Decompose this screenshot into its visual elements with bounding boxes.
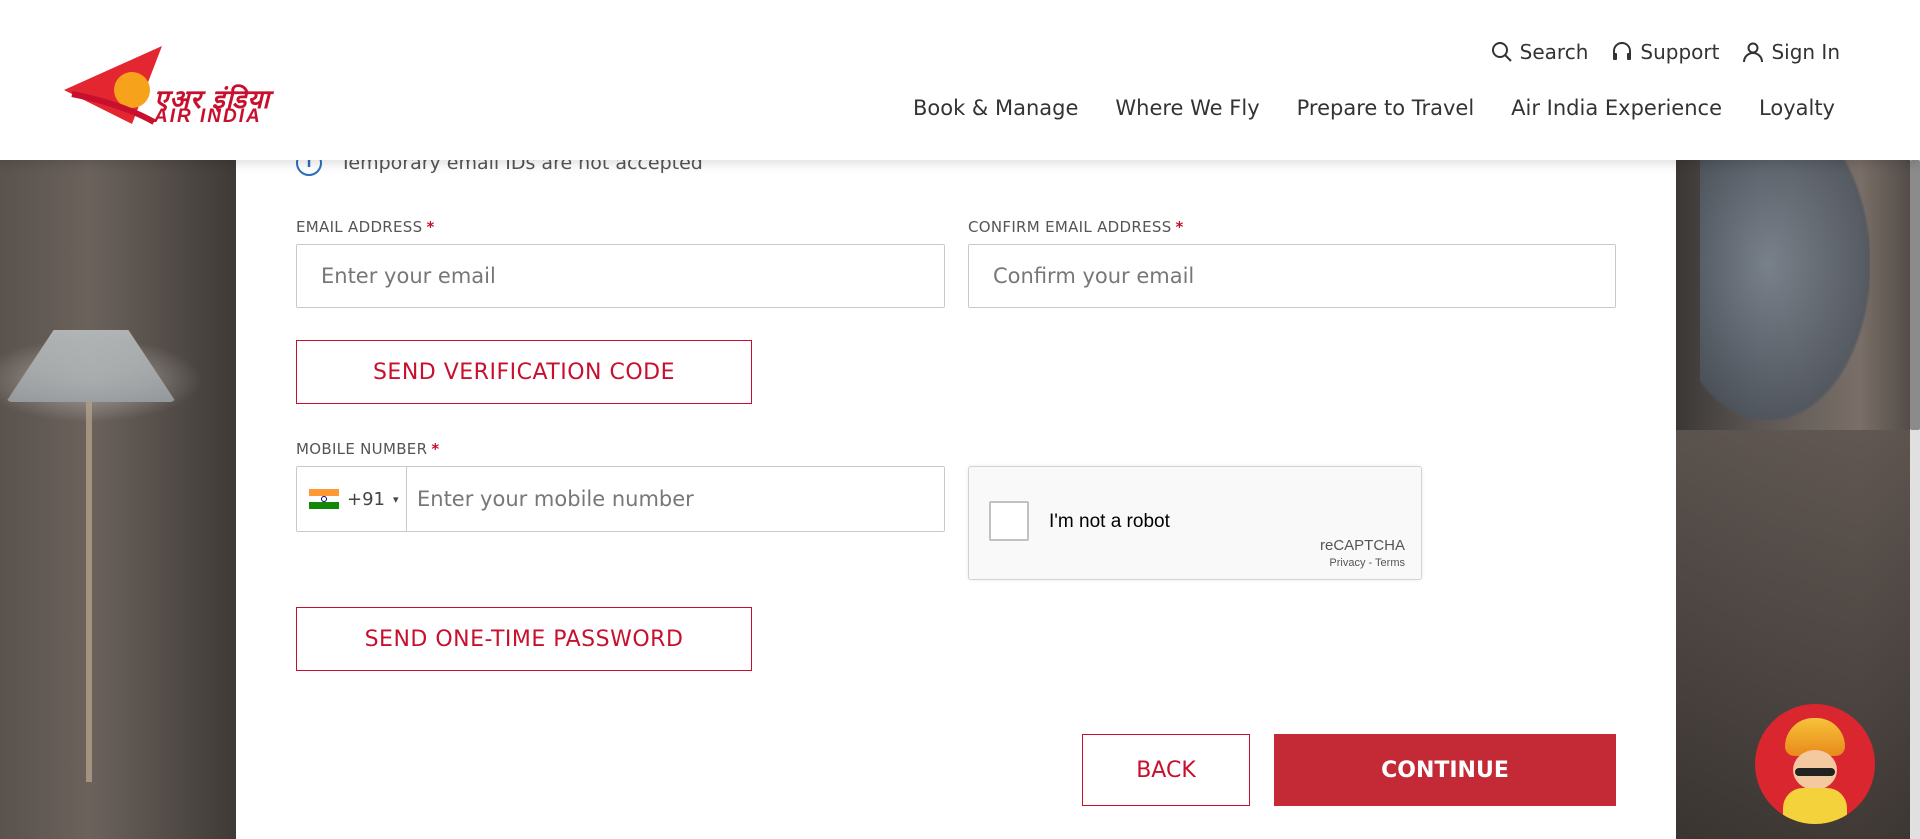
air-india-logo[interactable]: एअर इंडिया AIR INDIA xyxy=(62,44,322,127)
required-marker: * xyxy=(1175,218,1184,236)
mobile-field-group: +91 ▾ Enter your mobile number xyxy=(296,466,945,532)
chatbot-body xyxy=(1783,788,1847,824)
nav-where-we-fly[interactable]: Where We Fly xyxy=(1115,96,1259,120)
recaptcha-checkbox[interactable] xyxy=(989,501,1029,541)
back-button[interactable]: BACK xyxy=(1082,734,1250,806)
search-label: Search xyxy=(1519,40,1589,64)
email-placeholder: Enter your email xyxy=(321,264,496,288)
chatbot-mustache xyxy=(1795,768,1835,776)
mobile-label-text: MOBILE NUMBER xyxy=(296,440,428,458)
background-lamp-pole xyxy=(86,402,92,782)
send-verification-code-button[interactable]: SEND VERIFICATION CODE xyxy=(296,340,752,404)
confirm-email-label-text: CONFIRM EMAIL ADDRESS xyxy=(968,218,1172,236)
support-link[interactable]: Support xyxy=(1610,40,1719,64)
nav-air-india-experience[interactable]: Air India Experience xyxy=(1511,96,1722,120)
confirm-email-field[interactable]: Confirm your email xyxy=(968,244,1616,308)
sign-in-label: Sign In xyxy=(1771,40,1840,64)
sign-in-link[interactable]: Sign In xyxy=(1741,40,1840,64)
chevron-down-icon: ▾ xyxy=(393,492,399,506)
india-flag-icon xyxy=(309,489,339,510)
confirm-email-label: CONFIRM EMAIL ADDRESS * xyxy=(968,218,1184,236)
recaptcha-label: I'm not a robot xyxy=(1049,511,1170,532)
continue-button[interactable]: CONTINUE xyxy=(1274,734,1616,806)
required-marker: * xyxy=(431,440,440,458)
country-code-value: +91 xyxy=(347,488,385,510)
search-link[interactable]: Search xyxy=(1490,40,1589,64)
recaptcha-widget: I'm not a robot reCAPTCHA Privacy - Term… xyxy=(968,466,1422,580)
support-label: Support xyxy=(1640,40,1720,64)
required-marker: * xyxy=(426,218,435,236)
recaptcha-links[interactable]: Privacy - Terms xyxy=(1329,557,1405,569)
country-code-select[interactable]: +91 ▾ xyxy=(297,467,407,531)
nav-prepare-to-travel[interactable]: Prepare to Travel xyxy=(1297,96,1475,120)
site-header: एअर इंडिया AIR INDIA Search Support Sign… xyxy=(0,0,1920,160)
background-person xyxy=(1700,160,1870,420)
search-icon xyxy=(1491,42,1512,62)
maharaja-chatbot-button[interactable] xyxy=(1755,704,1875,824)
mobile-number-input[interactable]: Enter your mobile number xyxy=(407,467,944,531)
nav-loyalty[interactable]: Loyalty xyxy=(1759,96,1835,120)
email-field[interactable]: Enter your email xyxy=(296,244,945,308)
email-label: EMAIL ADDRESS * xyxy=(296,218,435,236)
user-icon xyxy=(1743,42,1764,63)
registration-form-card: i Temporary email IDs are not accepted E… xyxy=(236,100,1676,839)
logo-english-text: AIR INDIA xyxy=(154,106,262,127)
mobile-label: MOBILE NUMBER * xyxy=(296,440,439,458)
mobile-placeholder: Enter your mobile number xyxy=(417,487,694,511)
main-nav: Book & Manage Where We Fly Prepare to Tr… xyxy=(913,96,1835,120)
send-otp-button[interactable]: SEND ONE-TIME PASSWORD xyxy=(296,607,752,671)
scrollbar-thumb[interactable] xyxy=(1910,160,1920,430)
email-label-text: EMAIL ADDRESS xyxy=(296,218,423,236)
headset-icon xyxy=(1613,42,1632,60)
nav-book-manage[interactable]: Book & Manage xyxy=(913,96,1078,120)
utility-nav: Search Support Sign In xyxy=(1490,40,1840,64)
recaptcha-brand: reCAPTCHA xyxy=(1319,537,1405,554)
confirm-email-placeholder: Confirm your email xyxy=(993,264,1195,288)
